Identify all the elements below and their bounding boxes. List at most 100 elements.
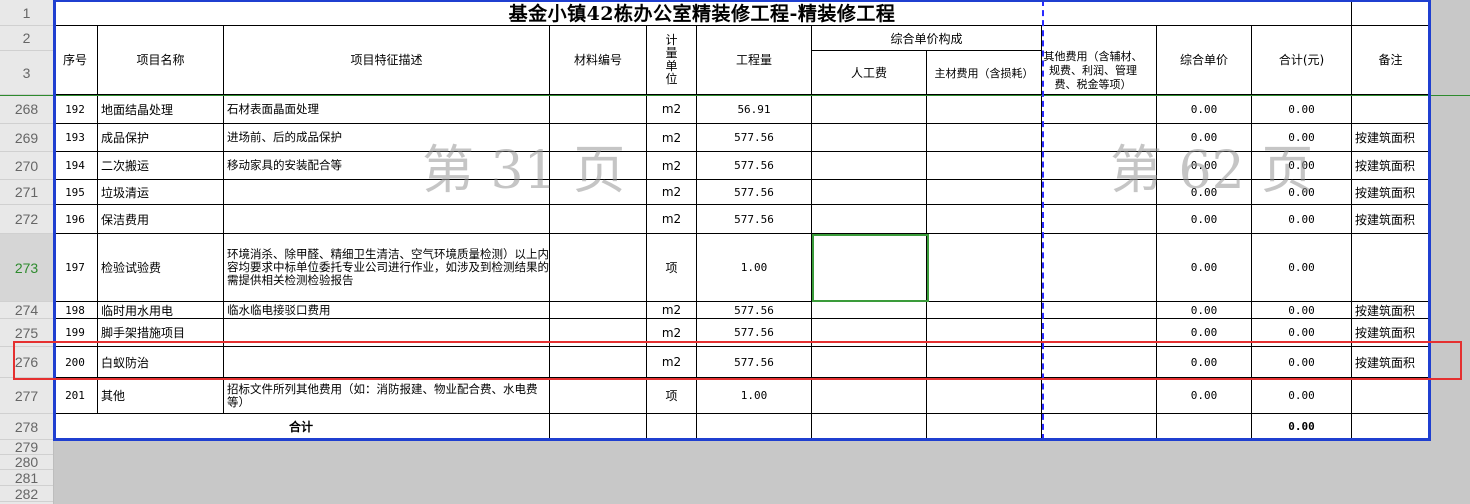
- cell-material[interactable]: [550, 152, 647, 180]
- cell-desc[interactable]: 临水临电接驳口费用: [224, 302, 550, 319]
- cell-unit[interactable]: 项: [647, 234, 697, 302]
- cell-qty[interactable]: 577.56: [697, 302, 812, 319]
- cell-total[interactable]: 0.00: [1252, 95, 1352, 124]
- cell-other[interactable]: [1042, 378, 1157, 414]
- cell-material[interactable]: [550, 234, 647, 302]
- cell-qty[interactable]: 56.91: [697, 95, 812, 124]
- row-number[interactable]: 272: [0, 205, 53, 234]
- row-number[interactable]: 274: [0, 302, 53, 319]
- cell-desc[interactable]: 进场前、后的成品保护: [224, 124, 550, 152]
- cell-material[interactable]: [550, 205, 647, 234]
- cell-seq[interactable]: 197: [53, 234, 98, 302]
- cell-unit[interactable]: m2: [647, 205, 697, 234]
- selected-cell[interactable]: [812, 234, 929, 302]
- cell-note[interactable]: 按建筑面积: [1352, 205, 1430, 234]
- cell-other[interactable]: [1042, 205, 1157, 234]
- cell-unit-price[interactable]: 0.00: [1157, 124, 1252, 152]
- cell-main-material[interactable]: [927, 180, 1042, 205]
- cell-unit-price[interactable]: 0.00: [1157, 234, 1252, 302]
- cell-name[interactable]: 二次搬运: [98, 152, 224, 180]
- cell-unit[interactable]: m2: [647, 152, 697, 180]
- cell-name[interactable]: 地面结晶处理: [98, 95, 224, 124]
- cell-note[interactable]: [1352, 378, 1430, 414]
- cell-note[interactable]: [1352, 95, 1430, 124]
- cell-labor[interactable]: [812, 205, 927, 234]
- row-number[interactable]: 278: [0, 414, 53, 440]
- cell-seq[interactable]: 192: [53, 95, 98, 124]
- cell-unit[interactable]: 项: [647, 378, 697, 414]
- cell-unit[interactable]: m2: [647, 124, 697, 152]
- cell-note[interactable]: 按建筑面积: [1352, 152, 1430, 180]
- sum-empty-cell[interactable]: [927, 414, 1042, 440]
- cell-labor[interactable]: [812, 180, 927, 205]
- cell-other[interactable]: [1042, 152, 1157, 180]
- cell-other[interactable]: [1042, 180, 1157, 205]
- cell-unit-price[interactable]: 0.00: [1157, 378, 1252, 414]
- cell-unit[interactable]: m2: [647, 302, 697, 319]
- row-number[interactable]: 269: [0, 124, 53, 152]
- cell-unit-price[interactable]: 0.00: [1157, 180, 1252, 205]
- cell-name[interactable]: 临时用水用电: [98, 302, 224, 319]
- cell-note[interactable]: 按建筑面积: [1352, 180, 1430, 205]
- cell-name[interactable]: 垃圾清运: [98, 180, 224, 205]
- cell-total[interactable]: 0.00: [1252, 205, 1352, 234]
- row-number[interactable]: 270: [0, 152, 53, 180]
- cell-other[interactable]: [1042, 95, 1157, 124]
- cell-note[interactable]: [1352, 234, 1430, 302]
- cell-unit-price[interactable]: 0.00: [1157, 302, 1252, 319]
- cell-main-material[interactable]: [927, 152, 1042, 180]
- cell-material[interactable]: [550, 302, 647, 319]
- title-row-empty-cell[interactable]: [1352, 0, 1430, 26]
- cell-material[interactable]: [550, 124, 647, 152]
- cell-total[interactable]: 0.00: [1252, 152, 1352, 180]
- cell-other[interactable]: [1042, 124, 1157, 152]
- cell-labor[interactable]: [812, 152, 927, 180]
- sum-empty-cell[interactable]: [550, 414, 647, 440]
- cell-unit[interactable]: m2: [647, 180, 697, 205]
- row-number[interactable]: 268: [0, 95, 53, 124]
- cell-name[interactable]: 检验试验费: [98, 234, 224, 302]
- cell-note[interactable]: 按建筑面积: [1352, 124, 1430, 152]
- cell-seq[interactable]: 194: [53, 152, 98, 180]
- row-number[interactable]: 271: [0, 180, 53, 205]
- sum-empty-cell[interactable]: [1157, 414, 1252, 440]
- row-number[interactable]: 280: [0, 454, 53, 470]
- cell-main-material[interactable]: [927, 95, 1042, 124]
- cell-seq[interactable]: 201: [53, 378, 98, 414]
- cell-qty[interactable]: 577.56: [697, 180, 812, 205]
- row-number[interactable]: 277: [0, 378, 53, 414]
- row-number[interactable]: 279: [0, 439, 53, 455]
- cell-unit-price[interactable]: 0.00: [1157, 152, 1252, 180]
- row-number[interactable]: 282: [0, 486, 53, 502]
- row-number[interactable]: 1: [0, 0, 53, 26]
- cell-labor[interactable]: [812, 95, 927, 124]
- cell-unit[interactable]: m2: [647, 95, 697, 124]
- cell-qty[interactable]: 577.56: [697, 152, 812, 180]
- cell-qty[interactable]: 577.56: [697, 124, 812, 152]
- sum-empty-cell[interactable]: [647, 414, 697, 440]
- cell-desc[interactable]: 石材表面晶面处理: [224, 95, 550, 124]
- cell-labor[interactable]: [812, 302, 927, 319]
- cell-desc[interactable]: 招标文件所列其他费用（如：消防报建、物业配合费、水电费等）: [224, 378, 550, 414]
- cell-main-material[interactable]: [927, 124, 1042, 152]
- cell-unit-price[interactable]: 0.00: [1157, 95, 1252, 124]
- cell-seq[interactable]: 195: [53, 180, 98, 205]
- cell-seq[interactable]: 193: [53, 124, 98, 152]
- cell-desc[interactable]: [224, 205, 550, 234]
- cell-qty[interactable]: 577.56: [697, 205, 812, 234]
- cell-total[interactable]: 0.00: [1252, 378, 1352, 414]
- cell-labor[interactable]: [812, 124, 927, 152]
- cell-seq[interactable]: 196: [53, 205, 98, 234]
- cell-name[interactable]: 保洁费用: [98, 205, 224, 234]
- cell-other[interactable]: [1042, 234, 1157, 302]
- cell-total[interactable]: 0.00: [1252, 124, 1352, 152]
- cell-total[interactable]: 0.00: [1252, 302, 1352, 319]
- row-number[interactable]: 273: [0, 234, 53, 302]
- sum-empty-cell[interactable]: [812, 414, 927, 440]
- cell-main-material[interactable]: [927, 378, 1042, 414]
- cell-qty[interactable]: 1.00: [697, 234, 812, 302]
- cell-main-material[interactable]: [927, 234, 1042, 302]
- cell-unit-price[interactable]: 0.00: [1157, 205, 1252, 234]
- cell-total[interactable]: 0.00: [1252, 180, 1352, 205]
- cell-desc[interactable]: 环境消杀、除甲醛、精细卫生清洁、空气环境质量检测）以上内容均要求中标单位委托专业…: [224, 234, 550, 302]
